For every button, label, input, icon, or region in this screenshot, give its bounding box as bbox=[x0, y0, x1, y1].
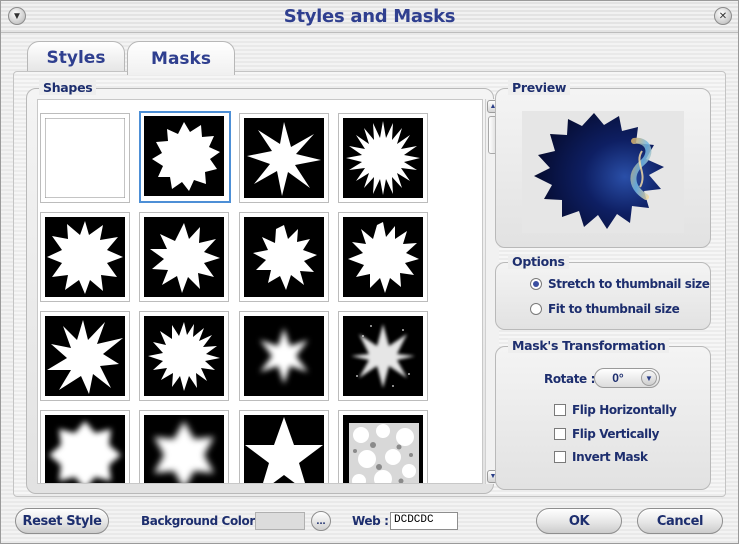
star-spiky-shape-icon bbox=[144, 217, 224, 297]
ok-button[interactable]: OK bbox=[536, 508, 622, 534]
invert-mask-checkbox[interactable]: Invert Mask bbox=[554, 450, 648, 464]
chevron-down-icon[interactable]: ▼ bbox=[641, 370, 657, 386]
tab-styles[interactable]: Styles bbox=[27, 41, 125, 73]
transformation-group: Mask's Transformation Rotate : 0° ▼ Flip… bbox=[495, 338, 711, 490]
star-6-blur-shape-icon bbox=[144, 415, 224, 483]
star-burst-shape-icon bbox=[144, 116, 224, 196]
radio-stretch[interactable]: Stretch to thumbnail size bbox=[530, 277, 710, 291]
shapes-label: Shapes bbox=[39, 80, 97, 95]
preview-label: Preview bbox=[508, 80, 571, 95]
flip-vertically-checkbox[interactable]: Flip Vertically bbox=[554, 427, 659, 441]
masks-panel: Shapes ▲ ▼ Preview Options Stretch to th… bbox=[13, 71, 726, 497]
star-spray-shape-icon bbox=[343, 316, 423, 396]
shape-star-spray[interactable] bbox=[338, 311, 428, 401]
shape-star-burst-rough[interactable] bbox=[139, 111, 231, 203]
masked-preview-icon bbox=[534, 113, 664, 229]
shape-flower-blur[interactable] bbox=[40, 410, 130, 483]
shapes-grid bbox=[37, 99, 483, 484]
tab-masks[interactable]: Masks bbox=[127, 41, 235, 75]
window-title: Styles and Masks bbox=[283, 6, 456, 27]
shapes-group: Shapes ▲ ▼ bbox=[26, 80, 499, 494]
star-soft-glow-shape-icon bbox=[244, 316, 324, 396]
checkbox[interactable] bbox=[554, 428, 566, 440]
blank-shape-icon bbox=[45, 118, 125, 198]
options-group: Options Stretch to thumbnail size Fit to… bbox=[495, 254, 711, 330]
shape-sun-burst[interactable] bbox=[338, 113, 428, 203]
preview-group: Preview bbox=[495, 80, 711, 248]
shape-star-spiky[interactable] bbox=[139, 212, 229, 302]
shape-splat[interactable] bbox=[239, 212, 329, 302]
shape-splash[interactable] bbox=[40, 311, 130, 401]
radio-fit-label: Fit to thumbnail size bbox=[548, 302, 680, 316]
color-picker-button[interactable]: ... bbox=[311, 511, 331, 531]
radio-fit[interactable]: Fit to thumbnail size bbox=[530, 302, 680, 316]
options-label: Options bbox=[508, 254, 569, 269]
star-5-shape-icon bbox=[244, 415, 324, 483]
background-color-swatch[interactable] bbox=[255, 512, 305, 530]
rotate-label: Rotate : bbox=[544, 372, 595, 386]
flip-horizontally-label: Flip Horizontally bbox=[572, 403, 677, 417]
cancel-button[interactable]: Cancel bbox=[637, 508, 723, 534]
background-color-label: Background Color : bbox=[141, 514, 264, 528]
styles-and-masks-window: ▼ Styles and Masks ✕ Styles Masks Shapes bbox=[0, 0, 739, 544]
radio-button[interactable] bbox=[530, 303, 542, 315]
web-color-input[interactable]: DCDCDC bbox=[390, 512, 458, 530]
shape-star-6-blur[interactable] bbox=[139, 410, 229, 483]
reset-style-button[interactable]: Reset Style bbox=[15, 508, 109, 534]
splat-round-shape-icon bbox=[343, 217, 423, 297]
shape-star-soft-glow[interactable] bbox=[239, 311, 329, 401]
web-label: Web : bbox=[352, 514, 389, 528]
splat-shape-icon bbox=[244, 217, 324, 297]
checkbox[interactable] bbox=[554, 404, 566, 416]
close-button[interactable]: ✕ bbox=[714, 7, 732, 25]
flip-horizontally-checkbox[interactable]: Flip Horizontally bbox=[554, 403, 677, 417]
radio-button[interactable] bbox=[530, 278, 542, 290]
invert-mask-label: Invert Mask bbox=[572, 450, 648, 464]
shape-star-5-point[interactable] bbox=[239, 410, 329, 483]
transformation-label: Mask's Transformation bbox=[508, 338, 670, 353]
radio-stretch-label: Stretch to thumbnail size bbox=[548, 277, 710, 291]
checkbox[interactable] bbox=[554, 451, 566, 463]
flower-blur-shape-icon bbox=[45, 415, 125, 483]
shape-star-8-point[interactable] bbox=[239, 113, 329, 203]
rotate-select[interactable]: 0° ▼ bbox=[594, 368, 660, 388]
star-jagged-shape-icon bbox=[45, 217, 125, 297]
close-icon: ✕ bbox=[718, 10, 728, 22]
shape-texture-splotch[interactable] bbox=[338, 410, 428, 483]
shape-sun-burst-spiky[interactable] bbox=[139, 311, 229, 401]
texture-splotch-shape-icon bbox=[343, 415, 423, 483]
title-bar: ▼ Styles and Masks ✕ bbox=[1, 1, 738, 33]
shape-splat-round[interactable] bbox=[338, 212, 428, 302]
shape-blank[interactable] bbox=[40, 113, 130, 203]
preview-image bbox=[522, 111, 684, 233]
star-8-shape-icon bbox=[244, 118, 324, 198]
rotate-value: 0° bbox=[612, 371, 624, 385]
flip-vertically-label: Flip Vertically bbox=[572, 427, 659, 441]
shape-star-jagged[interactable] bbox=[40, 212, 130, 302]
sun-burst-shape-icon bbox=[343, 118, 423, 198]
splash-shape-icon bbox=[45, 316, 125, 396]
sun-burst-spiky-shape-icon bbox=[144, 316, 224, 396]
